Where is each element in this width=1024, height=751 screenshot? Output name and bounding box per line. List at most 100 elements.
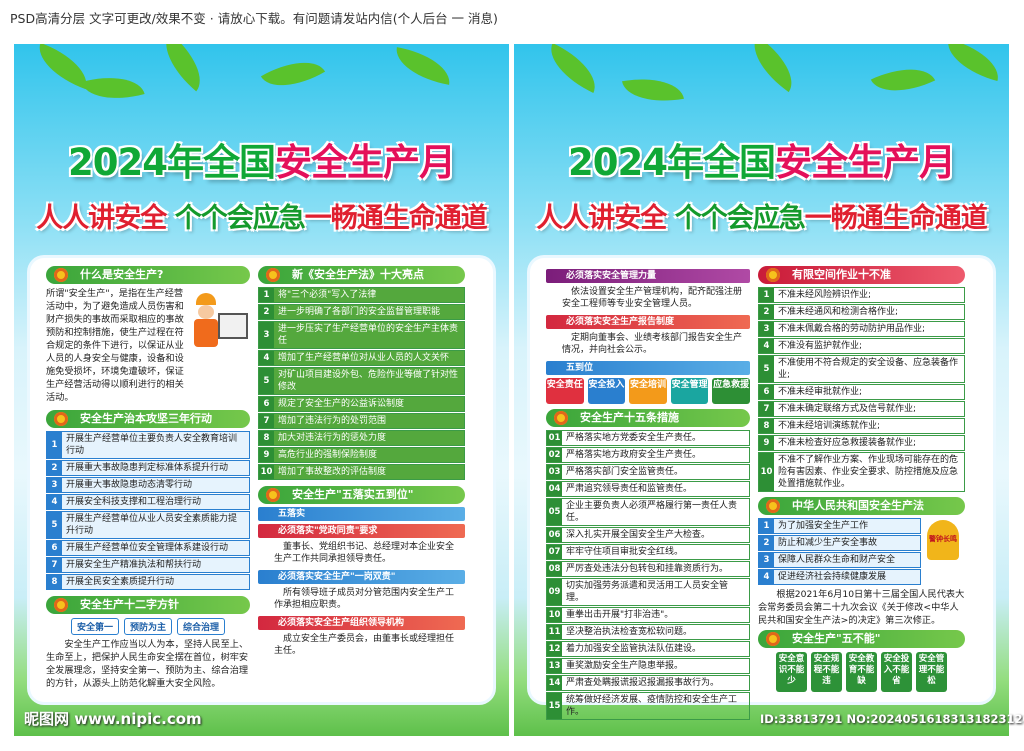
section-title: 什么是安全生产?: [46, 266, 250, 284]
list-item: 6 规定了安全生产的公益诉讼制度: [258, 396, 465, 412]
paragraph: 依法设置安全生产管理机构，配齐配强注册安全工程师等专业安全管理人员。: [562, 287, 743, 309]
subheading: 必须落实安全管理力量: [546, 269, 750, 283]
poster-subtitle: 人人讲安全 个个会应急一畅通生命通道: [36, 203, 487, 234]
paragraph: 董事长、党组织书记、总经理对本企业安全生产工作共同承担领导责任。: [274, 542, 455, 564]
list-item: 3 不准未佩戴合格的劳动防护用品作业;: [758, 321, 965, 337]
list-item: 10 重拳出击开展"打非治违"。: [546, 607, 750, 623]
list-item: 1 开展生产经营单位主要负责人安全教育培训行动: [46, 431, 250, 459]
tag: 安全教育不能缺: [846, 652, 877, 692]
list-item: 5 对矿山项目建设外包、危险作业等做了针对性修改: [258, 367, 465, 395]
content-card: 必须落实安全管理力量 依法设置安全生产管理机构，配齐配强注册安全工程师等专业安全…: [530, 258, 993, 720]
leaf-decoration: [622, 71, 684, 109]
watermark-logo: 昵图网 www.nipic.com: [24, 710, 202, 728]
worker-figure: [188, 293, 250, 353]
list-item: 3 进一步压实了生产经营单位的安全生产主体责任: [258, 321, 465, 349]
section-title: 有限空间作业十不准: [758, 266, 965, 284]
list-item: 02 严格落实地方政府安全生产责任。: [546, 447, 750, 463]
list-item: 11 坚决整治执法检查宽松软问题。: [546, 624, 750, 640]
paragraph: 根据2021年6月10日第十三届全国人民代表大会常务委员会第二十九次会议《关于修…: [758, 589, 965, 626]
list-item: 7 增加了违法行为的处罚范围: [258, 413, 465, 429]
list-item: 2 防止和减少生产安全事故: [758, 535, 921, 551]
leaf-decoration: [151, 44, 215, 92]
list-item: 12 着力加强安全监管执法队伍建设。: [546, 641, 750, 657]
list-item: 7 开展安全生产精准执法和帮扶行动: [46, 557, 250, 573]
tag: 安全责任: [546, 378, 584, 404]
section-title: 新《安全生产法》十大亮点: [258, 266, 465, 284]
leaf-decoration: [741, 44, 805, 93]
list-item: 1 为了加强安全生产工作: [758, 518, 921, 534]
content-card: 什么是安全生产? 所谓"安全生产"，是指在生产经营活动中，为了避免造成人员伤害和…: [30, 258, 493, 702]
list-item: 10 不准不了解作业方案、作业现场可能存在的危险有害因素、作业安全要求、防控措施及…: [758, 452, 965, 492]
section-title: 安全生产十五条措施: [546, 409, 750, 427]
section-title: 安全生产治本攻坚三年行动: [46, 410, 250, 428]
list-item: 2 开展重大事故隐患判定标准体系提升行动: [46, 460, 250, 476]
subheading: 五到位: [546, 361, 750, 375]
leaf-decoration: [392, 47, 454, 85]
tag: 安全管理: [670, 378, 709, 404]
paragraph: 成立安全生产委员会，由董事长或经理担任主任。: [274, 634, 455, 656]
watermark-id: ID:33813791 NO:20240516183131823120: [760, 712, 1024, 726]
list-item: 01 严格落实地方党委安全生产责任。: [546, 430, 750, 446]
tag: 应急救援: [712, 378, 750, 404]
tag-row: 安全责任 安全投入 安全培训 安全管理 应急救援: [546, 378, 750, 404]
section-title: 安全生产"五落实五到位": [258, 486, 465, 504]
leaf-decoration: [260, 47, 326, 101]
list-item: 03 严格落实部门安全监管责任。: [546, 464, 750, 480]
pill: 预防为主: [123, 618, 172, 635]
list-item: 5 开展生产经营单位从业人员安全素质能力提升行动: [46, 511, 250, 539]
list-item: 4 不准没有监护就作业;: [758, 338, 965, 354]
right-poster: 2024年全国安全生产月 人人讲安全 个个会应急一畅通生命通道 必须落实安全管理…: [514, 44, 1009, 736]
bell-icon: 警钟长鸣: [923, 520, 963, 572]
left-poster: 2024年全国安全生产月 人人讲安全 个个会应急一畅通生命通道 什么是安全生产?…: [14, 44, 509, 736]
list: 1 将"三个必须"写入了法律 2 进一步明确了各部门的安全监督管理职能 3 进一步压实…: [258, 287, 465, 480]
subheading: 必须落实安全生产组织领导机构: [258, 616, 465, 630]
subheading: 必须落实"党政同责"要求: [258, 524, 465, 538]
list-item: 9 不准未检查好应急救援装备就作业;: [758, 435, 965, 451]
leaf-decoration: [870, 55, 936, 105]
list-item: 07 牢牢守住项目审批安全红线。: [546, 544, 750, 560]
list: 1 开展生产经营单位主要负责人安全教育培训行动 2 开展重大事故隐患判定标准体系提升…: [46, 431, 250, 590]
poster-subtitle: 人人讲安全 个个会应急一畅通生命通道: [536, 203, 987, 234]
list-item: 9 高危行业的强制保险制度: [258, 447, 465, 463]
section-title: 安全生产十二字方针: [46, 596, 250, 614]
list-item: 6 开展生产经营单位安全管理体系建设行动: [46, 540, 250, 556]
list-item: 05 企业主要负责人必须严格履行第一责任人责任。: [546, 498, 750, 526]
list-item: 4 增加了生产经营单位对从业人员的人文关怀: [258, 350, 465, 366]
list-item: 10 增加了事故整改的评估制度: [258, 464, 465, 480]
list-item: 5 不准使用不符合规定的安全设备、应急装备作业;: [758, 355, 965, 383]
list-item: 3 开展重大事故隐患动态清零行动: [46, 477, 250, 493]
leaf-decoration: [941, 44, 1005, 82]
paragraph: 所有领导班子成员对分管范围内安全生产工作承担相应职责。: [274, 588, 455, 610]
pill: 安全第一: [70, 618, 119, 635]
section-title: 中华人民共和国安全生产法: [758, 497, 965, 515]
list-item: 8 加大对违法行为的惩处力度: [258, 430, 465, 446]
paragraph: 安全生产工作应当以人为本，坚持人民至上、生命至上，把保护人民生命安全摆在首位，树…: [46, 639, 249, 689]
list-item: 09 切实加强劳务派遣和灵活用工人员安全管理。: [546, 578, 750, 606]
list-item: 15 统筹做好经济发展、疫情防控和安全生产工作。: [546, 692, 750, 720]
list-item: 4 促进经济社会持续健康发展: [758, 569, 921, 585]
tag: 安全投入: [587, 378, 626, 404]
poster-title: 2024年全国安全生产月: [568, 141, 956, 184]
subheading: 必须落实安全生产"一岗双责": [258, 570, 465, 584]
list-item: 8 不准未经培训演练就作业;: [758, 418, 965, 434]
list-item: 3 保障人民群众生命和财产安全: [758, 552, 921, 568]
watermark-top-bar: PSD高清分层 文字可更改/效果不变 · 请放心下载。有问题请发站内信(个人后台…: [0, 0, 1024, 38]
list-item: 2 进一步明确了各部门的安全监督管理职能: [258, 304, 465, 320]
list-item: 14 严肃查处瞒报谎报迟报漏报事故行为。: [546, 675, 750, 691]
leaf-decoration: [540, 44, 606, 93]
list-item: 6 不准未经审批就作业;: [758, 384, 965, 400]
list: 1 为了加强安全生产工作 2 防止和减少生产安全事故 3 保障人民群众生命和财产安全 …: [758, 518, 921, 585]
list-item: 13 重奖激励安全生产隐患举报。: [546, 658, 750, 674]
pill-row: 安全第一 预防为主 综合治理: [46, 618, 250, 635]
list: 1 不准未经风险辨识作业; 2 不准未经通风和检测合格作业; 3 不准未佩戴合格的劳动…: [758, 287, 965, 492]
list-item: 06 深入扎实开展全国安全生产大检查。: [546, 527, 750, 543]
list-item: 7 不准未确定联络方式及信号就作业;: [758, 401, 965, 417]
tag: 安全投入不能省: [881, 652, 912, 692]
list-item: 04 严肃追究领导责任和监管责任。: [546, 481, 750, 497]
section-title: 安全生产"五不能": [758, 630, 965, 648]
list-item: 08 严厉查处违法分包转包和挂靠资质行为。: [546, 561, 750, 577]
list-item: 4 开展安全科技支撑和工程治理行动: [46, 494, 250, 510]
list-item: 1 不准未经风险辨识作业;: [758, 287, 965, 303]
poster-title: 2024年全国安全生产月: [68, 141, 456, 184]
list-item: 2 不准未经通风和检测合格作业;: [758, 304, 965, 320]
